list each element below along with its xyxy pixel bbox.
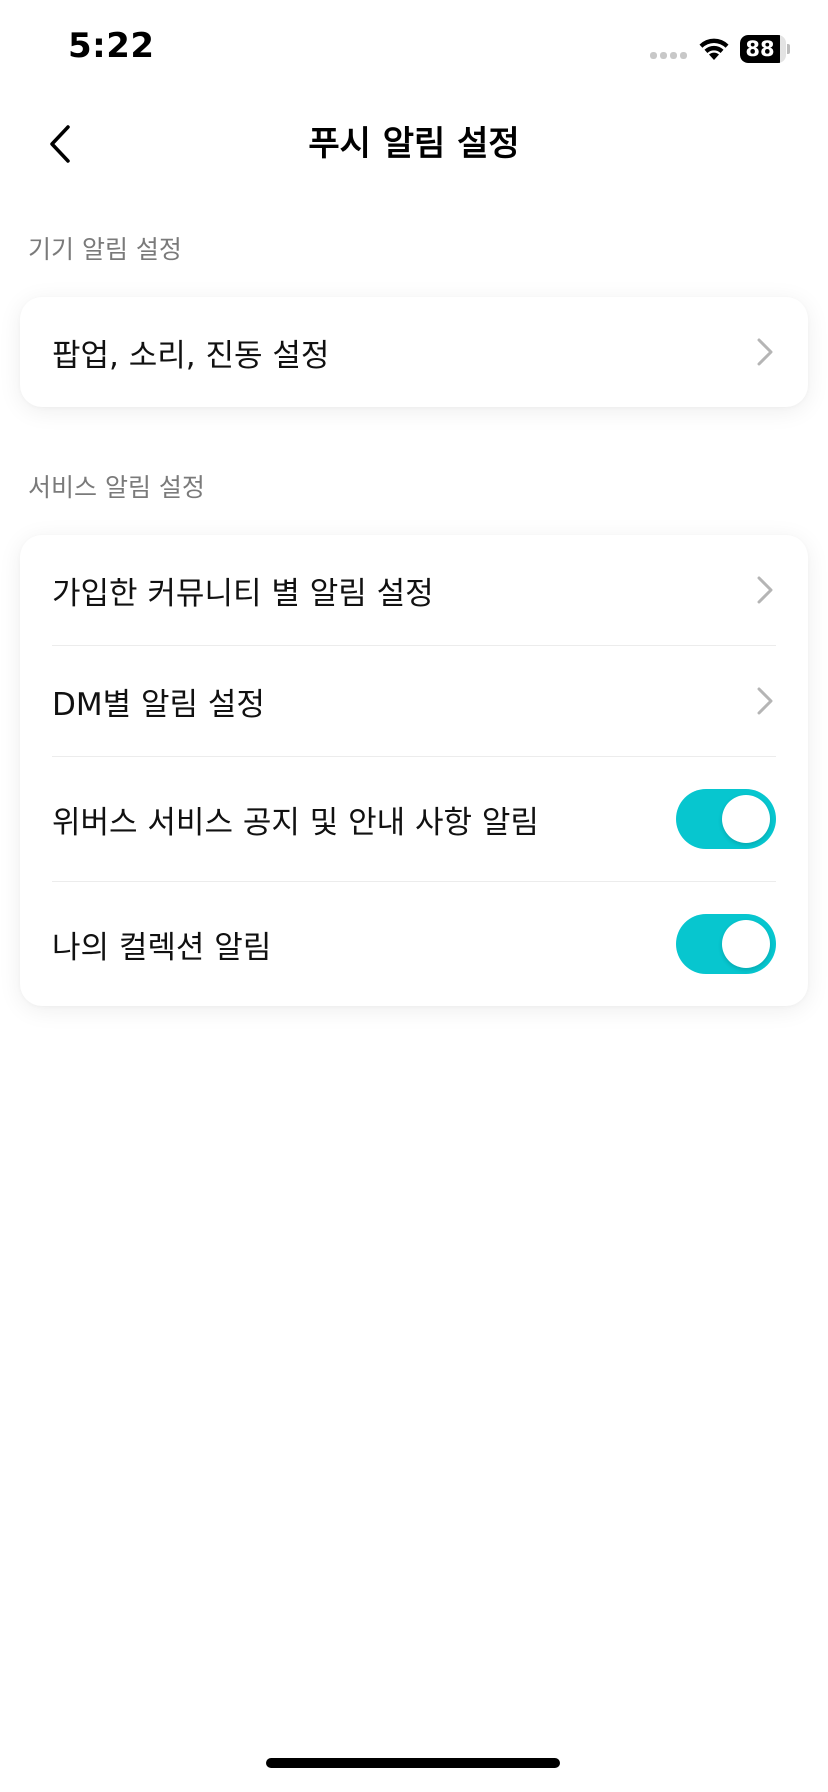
toggle-knob	[722, 795, 770, 843]
toggle-knob	[722, 920, 770, 968]
collection-notification-toggle[interactable]	[676, 914, 776, 974]
back-button[interactable]	[30, 114, 90, 174]
battery-icon: 88	[740, 35, 790, 63]
service-notice-toggle[interactable]	[676, 789, 776, 849]
row-label: 가입한 커뮤니티 별 알림 설정	[52, 575, 434, 612]
wifi-icon	[699, 38, 729, 60]
status-bar: 5:22 88	[0, 0, 828, 100]
row-label: 위버스 서비스 공지 및 안내 사항 알림	[52, 804, 539, 841]
page-title: 푸시 알림 설정	[308, 124, 520, 164]
collection-notification-row: 나의 컬렉션 알림	[52, 881, 776, 1006]
row-label: DM별 알림 설정	[52, 686, 265, 723]
battery-level: 88	[745, 37, 775, 61]
service-settings-card: 가입한 커뮤니티 별 알림 설정 DM별 알림 설정 위버스 서비스 공지 및 …	[20, 535, 808, 1006]
status-time: 5:22	[68, 26, 155, 66]
chevron-right-icon	[754, 334, 776, 370]
chevron-right-icon	[754, 572, 776, 608]
section-label-service: 서비스 알림 설정	[28, 473, 205, 502]
popup-sound-vibration-row[interactable]: 팝업, 소리, 진동 설정	[52, 297, 776, 407]
nav-bar: 푸시 알림 설정	[0, 100, 828, 188]
row-label: 나의 컬렉션 알림	[52, 929, 272, 966]
dm-notification-row[interactable]: DM별 알림 설정	[52, 645, 776, 756]
home-indicator	[266, 1758, 560, 1768]
section-label-device: 기기 알림 설정	[28, 235, 182, 264]
chevron-left-icon	[50, 125, 70, 163]
service-notice-row: 위버스 서비스 공지 및 안내 사항 알림	[52, 756, 776, 881]
row-label: 팝업, 소리, 진동 설정	[52, 337, 330, 374]
chevron-right-icon	[754, 683, 776, 719]
community-notification-row[interactable]: 가입한 커뮤니티 별 알림 설정	[52, 535, 776, 645]
device-settings-card: 팝업, 소리, 진동 설정	[20, 297, 808, 407]
screen: 5:22 88 푸시 알림 설정 기기 알림 설정 팝업, 소리, 진동 설정 …	[0, 0, 828, 1792]
signal-icon	[650, 52, 687, 59]
